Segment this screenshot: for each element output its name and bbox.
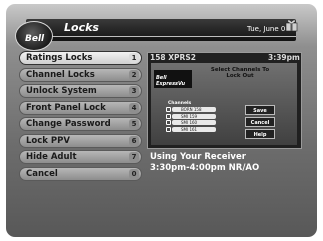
menu-item-label: Cancel: [26, 168, 58, 179]
checkbox-icon: [166, 126, 171, 132]
preview-channel-name: SMI 160: [181, 120, 198, 125]
checkbox-icon: [166, 120, 171, 125]
menu-item-label: Hide Adult: [26, 152, 77, 162]
preview-channels-title: Channels: [168, 101, 192, 106]
menu-item-channel-locks[interactable]: Channel Locks 2: [19, 67, 142, 82]
checkbox-icon: [166, 113, 171, 119]
preview-cancel-button: Cancel: [245, 117, 275, 127]
menu-item-label: Unlock System: [26, 86, 97, 96]
preview-channel-name: SMI 159: [181, 113, 198, 119]
program-time: 3:30pm-4:00pm NR/AO: [150, 163, 260, 173]
menu-item-number: 6: [129, 135, 139, 146]
menu-item-label: Lock PPV: [26, 135, 70, 146]
preview-channel-name: BORN 158: [181, 107, 202, 112]
preview-heading: Select Channels To Lock Out: [210, 67, 270, 79]
menu-item-cancel[interactable]: Cancel 0: [19, 166, 142, 181]
page-title: Locks: [64, 21, 99, 34]
preview-channel-row: SMI 161: [172, 126, 216, 132]
preview-channel-name: SMI 161: [181, 126, 198, 132]
logo-text: Bell: [25, 34, 45, 44]
menu-item-number: 1: [129, 53, 139, 63]
menu-item-label: Channel Locks: [26, 69, 95, 80]
checkbox-icon: [166, 107, 171, 112]
preview-logo-text: Bell ExpressVu: [156, 75, 186, 87]
menu-item-front-panel-lock[interactable]: Front Panel Lock 4: [19, 100, 142, 115]
preview-save-button: Save: [245, 105, 275, 115]
preview-channel-row: SMI 160: [172, 120, 216, 125]
preview-time: 3:39pm: [268, 53, 300, 62]
bell-logo: Bell: [15, 21, 53, 51]
menu-item-number: 0: [129, 168, 139, 179]
preview-logo: Bell ExpressVu: [154, 70, 192, 88]
preview-help-button: Help: [245, 129, 275, 139]
menu-item-number: 4: [129, 102, 139, 113]
menu-item-unlock-system[interactable]: Unlock System 3: [19, 84, 142, 98]
preview-channel-row: BORN 158: [172, 107, 216, 112]
menu-item-change-password[interactable]: Change Password 5: [19, 117, 142, 131]
tv-screen: Bell Locks Tue, June 08 Ratings Locks 1 …: [0, 0, 323, 241]
menu-item-number: 2: [129, 69, 139, 80]
menu-item-label: Change Password: [26, 119, 111, 129]
menu-item-ratings-locks[interactable]: Ratings Locks 1: [19, 51, 142, 65]
menu-item-lock-ppv[interactable]: Lock PPV 6: [19, 133, 142, 148]
date-label: Tue, June 08: [247, 25, 290, 33]
menu-item-number: 7: [129, 152, 139, 162]
preview-channel: 158 XPRS2: [150, 53, 196, 62]
preview-channel-row: SMI 159: [172, 113, 216, 119]
gift-icon: [285, 20, 298, 32]
menu-item-hide-adult[interactable]: Hide Adult 7: [19, 150, 142, 164]
menu-item-label: Ratings Locks: [26, 53, 93, 63]
menu-item-number: 3: [129, 86, 139, 96]
program-title: Using Your Receiver: [150, 152, 246, 162]
menu-item-number: 5: [129, 119, 139, 129]
menu-item-label: Front Panel Lock: [26, 102, 106, 113]
